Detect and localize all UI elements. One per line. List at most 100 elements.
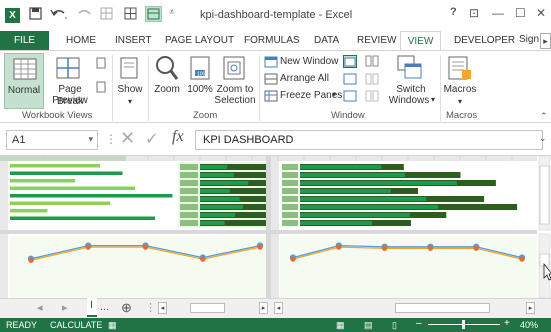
redo-icon[interactable] [75,7,93,23]
sync-scroll-icon[interactable] [365,73,379,85]
item-bar-left-fill [200,213,236,217]
page-layout-status-icon[interactable]: ▤ [364,320,373,331]
new-window-icon[interactable] [264,56,278,68]
freeze-panes-icon[interactable] [264,90,278,102]
hscroll2-right-button[interactable]: ▸ [526,302,535,314]
normal-view-button[interactable]: Normal [4,53,44,109]
hide-icon[interactable] [343,73,357,85]
vertical-split-bar [266,156,271,298]
right-chart-area [280,236,537,298]
customize-qat-icon[interactable]: ⩡ [169,7,175,18]
zoom-100-icon[interactable]: 100 [189,56,211,80]
freeze-panes-dropdown-icon[interactable]: ▾ [332,90,336,99]
show-label[interactable]: Show [115,84,145,96]
item-bar-left-fill [200,173,234,177]
hscroll-right-button[interactable]: ▸ [259,302,268,314]
show-dropdown-icon[interactable]: ▾ [124,96,136,108]
excel-app-icon[interactable]: X [5,8,20,23]
close-icon[interactable]: ✕ [536,6,546,20]
page-break-label-2[interactable]: Preview [45,95,95,107]
name-box[interactable]: A1 ▾ [6,130,98,150]
macros-label[interactable]: Macros [441,84,479,96]
item-label-box [180,220,198,226]
sheet-tab-bar: ◂ ▸ I ... ⊕ ⋮ ◂ ▸ ◂ ▸ [0,298,551,318]
enter-icon[interactable]: ✓ [145,129,158,149]
collapse-ribbon-icon[interactable]: ⌃ [540,111,548,122]
scroll-tabs-right-icon[interactable]: ▸ [62,301,68,314]
left-line-chart-point-orange [28,257,34,263]
page-break-preview-icon[interactable] [56,57,80,79]
right-line-chart-point-orange [290,256,296,262]
ribbon-display-icon[interactable]: ⊡ [469,6,479,20]
custom-views-icon[interactable] [96,81,106,93]
expand-formula-bar-icon[interactable]: ⌄ [539,133,547,144]
cancel-icon[interactable]: ✕ [120,128,135,149]
more-sheets-button[interactable]: ... [100,301,109,313]
ribbon-scroll-icon[interactable]: ▸ [540,33,551,49]
insert-function-icon[interactable]: fx [172,128,184,146]
macros-dropdown-icon[interactable]: ▾ [453,96,467,108]
zoom-label[interactable]: Zoom [150,84,184,96]
hscroll-left-button[interactable]: ◂ [158,302,167,314]
sign-in-link[interactable]: Sign [519,34,539,45]
tab-review[interactable]: REVIEW [357,35,396,46]
name-box-dropdown-icon[interactable]: ▾ [88,134,93,145]
svg-text:100: 100 [197,72,206,78]
hscroll-thumb-right[interactable] [395,303,490,313]
hscroll2-left-button[interactable]: ◂ [274,302,283,314]
horizontal-split-bar [0,230,537,234]
save-icon[interactable] [29,7,42,23]
arrange-all-label[interactable]: Arrange All [280,73,329,84]
zoom-to-label-2[interactable]: Selection [214,95,256,107]
tab-home[interactable]: HOME [66,35,96,46]
reset-window-position-icon[interactable] [365,90,379,102]
tab-insert[interactable]: INSERT [115,35,152,46]
page-layout-view-icon[interactable] [96,57,106,69]
form-icon[interactable] [100,7,113,23]
split-icon[interactable] [343,55,357,68]
tab-developer[interactable]: DEVELOPER [454,35,515,46]
normal-view-status-icon[interactable]: ▦ [336,320,345,331]
zoom-100-label[interactable]: 100% [186,84,214,96]
tab-page-layout[interactable]: PAGE LAYOUT [165,35,234,46]
undo-icon[interactable] [50,7,68,23]
tab-file[interactable]: FILE [0,31,49,50]
item-bar-left-fill [200,221,225,225]
item-bar-right-fill [300,165,382,169]
worksheet-area[interactable] [0,155,551,299]
switch-label-2[interactable]: Windows [386,95,432,107]
macros-icon[interactable] [448,56,472,80]
status-calculate[interactable]: CALCULATE [50,320,102,330]
page-layout-qat-icon[interactable] [145,6,162,22]
show-icon[interactable] [120,57,138,79]
zoom-out-icon[interactable]: – [416,318,422,329]
zoom-to-selection-icon[interactable] [223,56,245,80]
item-bar-right-fill [300,213,410,217]
tab-view[interactable]: VIEW [400,31,441,51]
help-icon[interactable]: ? [450,6,457,18]
switch-windows-icon[interactable] [397,55,423,81]
borders-icon[interactable] [124,7,137,23]
minimize-icon[interactable]: — [492,6,504,20]
zoom-in-icon[interactable]: + [504,318,510,329]
scroll-tabs-left-icon[interactable]: ◂ [37,301,43,314]
view-side-by-side-icon[interactable] [365,55,379,67]
new-window-label[interactable]: New Window [280,56,338,67]
zoom-icon[interactable] [155,55,179,81]
row-header-right [271,161,279,298]
unhide-icon[interactable] [343,90,357,102]
item-label-box-right [282,204,298,210]
arrange-all-icon[interactable] [264,73,278,85]
tab-data[interactable]: DATA [314,35,339,46]
active-sheet-tab[interactable]: I [87,298,97,317]
new-sheet-icon[interactable]: ⊕ [121,300,132,316]
zoom-level[interactable]: 40% [520,320,538,330]
tab-formulas[interactable]: FORMULAS [244,35,300,46]
switch-dropdown-icon[interactable]: ▾ [431,95,435,104]
zoom-slider-thumb[interactable] [462,320,465,329]
hscroll-thumb-left[interactable] [190,303,225,313]
maximize-icon[interactable]: ☐ [515,6,526,20]
page-break-status-icon[interactable]: ▯ [392,320,397,331]
macro-record-icon[interactable]: ▦ [108,320,117,331]
formula-input[interactable]: KPI DASHBOARD [195,130,543,150]
